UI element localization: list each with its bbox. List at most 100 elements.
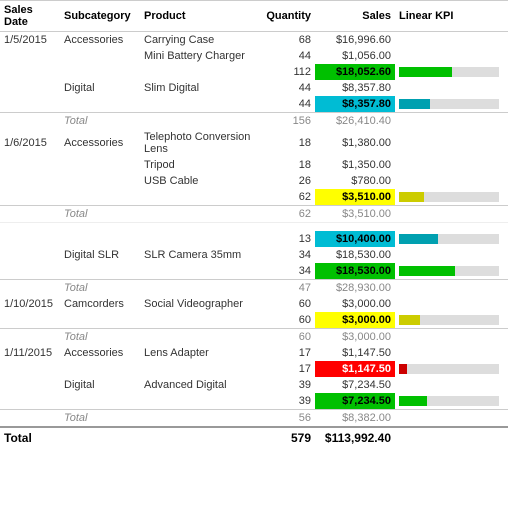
table-row: 62 $3,510.00 (0, 189, 508, 206)
cell-subcategory (60, 189, 140, 206)
cell-sales: $1,056.00 (315, 48, 395, 64)
cell-quantity: 44 (260, 96, 315, 113)
cell-subcategory: Digital SLR (60, 247, 140, 263)
footer-label: Total (0, 427, 60, 448)
cell-product: Carrying Case (140, 32, 260, 49)
table-row: 1/11/2015 Accessories Lens Adapter 17 $1… (0, 345, 508, 361)
cell-sales-date (0, 312, 60, 329)
cell-quantity: 60 (260, 296, 315, 312)
cell-kpi (395, 80, 508, 96)
cell-quantity: 39 (260, 393, 315, 410)
cell-subcategory: Accessories (60, 129, 140, 157)
cell-subcategory (60, 96, 140, 113)
cell-subcategory (60, 173, 140, 189)
cell-product: Lens Adapter (140, 345, 260, 361)
cell-quantity: 68 (260, 32, 315, 49)
cell-sales-date (0, 189, 60, 206)
cell-product (140, 263, 260, 280)
table-row: USB Cable 26 $780.00 (0, 173, 508, 189)
table-row: 39 $7,234.50 (0, 393, 508, 410)
cell-kpi (395, 377, 508, 393)
table-row: 17 $1,147.50 (0, 361, 508, 377)
table-row: Digital Slim Digital 44 $8,357.80 (0, 80, 508, 96)
cell-sales: $3,510.00 (315, 189, 395, 206)
cell-quantity: 44 (260, 48, 315, 64)
cell-product (140, 393, 260, 410)
cell-quantity: 26 (260, 173, 315, 189)
table-row: Total156$26,410.40 (0, 113, 508, 130)
cell-product (140, 231, 260, 247)
table-row: 1/5/2015 Accessories Carrying Case 68 $1… (0, 32, 508, 49)
cell-sales-date (0, 157, 60, 173)
sales-table: Sales Date Subcategory Product Quantity … (0, 0, 508, 448)
cell-product: Social Videographer (140, 296, 260, 312)
cell-sales-date (0, 361, 60, 377)
cell-kpi (395, 64, 508, 80)
cell-sales: $7,234.50 (315, 377, 395, 393)
cell-subcategory: Accessories (60, 32, 140, 49)
cell-kpi (395, 48, 508, 64)
table-row: 1/10/2015 Camcorders Social Videographer… (0, 296, 508, 312)
cell-kpi (395, 129, 508, 157)
cell-product: Tripod (140, 157, 260, 173)
footer-empty2 (140, 427, 260, 448)
cell-kpi (395, 296, 508, 312)
cell-kpi (395, 173, 508, 189)
cell-kpi (395, 345, 508, 361)
cell-sales: $1,147.50 (315, 345, 395, 361)
cell-quantity: 60 (260, 312, 315, 329)
footer-sales: $113,992.40 (315, 427, 395, 448)
cell-quantity: 18 (260, 129, 315, 157)
cell-kpi (395, 231, 508, 247)
header-sales: Sales (315, 1, 395, 32)
cell-sales: $8,357.80 (315, 96, 395, 113)
cell-quantity: 17 (260, 345, 315, 361)
header-quantity: Quantity (260, 1, 315, 32)
footer-quantity: 579 (260, 427, 315, 448)
footer-empty1 (60, 427, 140, 448)
sales-table-container: Sales Date Subcategory Product Quantity … (0, 0, 508, 448)
cell-kpi (395, 247, 508, 263)
cell-product: Mini Battery Charger (140, 48, 260, 64)
cell-sales-date (0, 48, 60, 64)
cell-subcategory (60, 48, 140, 64)
table-row: 112 $18,052.60 (0, 64, 508, 80)
cell-kpi (395, 189, 508, 206)
table-row: Total47$28,930.00 (0, 280, 508, 297)
cell-sales-date: 1/6/2015 (0, 129, 60, 157)
table-row: Digital SLR SLR Camera 35mm 34 $18,530.0… (0, 247, 508, 263)
header-product: Product (140, 1, 260, 32)
cell-subcategory (60, 312, 140, 329)
cell-product (140, 64, 260, 80)
cell-sales-date (0, 247, 60, 263)
cell-sales: $10,400.00 (315, 231, 395, 247)
table-row: Tripod 18 $1,350.00 (0, 157, 508, 173)
cell-sales-date: 1/5/2015 (0, 32, 60, 49)
cell-sales-date: 1/11/2015 (0, 345, 60, 361)
table-row: Digital Advanced Digital 39 $7,234.50 (0, 377, 508, 393)
cell-product (140, 312, 260, 329)
cell-sales: $7,234.50 (315, 393, 395, 410)
cell-quantity: 39 (260, 377, 315, 393)
table-row: Mini Battery Charger 44 $1,056.00 (0, 48, 508, 64)
cell-quantity: 34 (260, 263, 315, 280)
cell-sales: $3,000.00 (315, 296, 395, 312)
cell-sales: $780.00 (315, 173, 395, 189)
footer-row: Total 579 $113,992.40 (0, 427, 508, 448)
cell-sales-date (0, 393, 60, 410)
table-row: 1/6/2015 Accessories Telephoto Conversio… (0, 129, 508, 157)
cell-kpi (395, 157, 508, 173)
cell-product (140, 96, 260, 113)
cell-subcategory (60, 64, 140, 80)
cell-subcategory: Digital (60, 377, 140, 393)
cell-subcategory: Digital (60, 80, 140, 96)
table-body: 1/5/2015 Accessories Carrying Case 68 $1… (0, 32, 508, 428)
cell-sales: $18,052.60 (315, 64, 395, 80)
cell-quantity: 112 (260, 64, 315, 80)
table-header-row: Sales Date Subcategory Product Quantity … (0, 1, 508, 32)
cell-product: SLR Camera 35mm (140, 247, 260, 263)
footer-kpi (395, 427, 508, 448)
cell-quantity: 17 (260, 361, 315, 377)
cell-sales-date (0, 173, 60, 189)
cell-quantity: 62 (260, 189, 315, 206)
